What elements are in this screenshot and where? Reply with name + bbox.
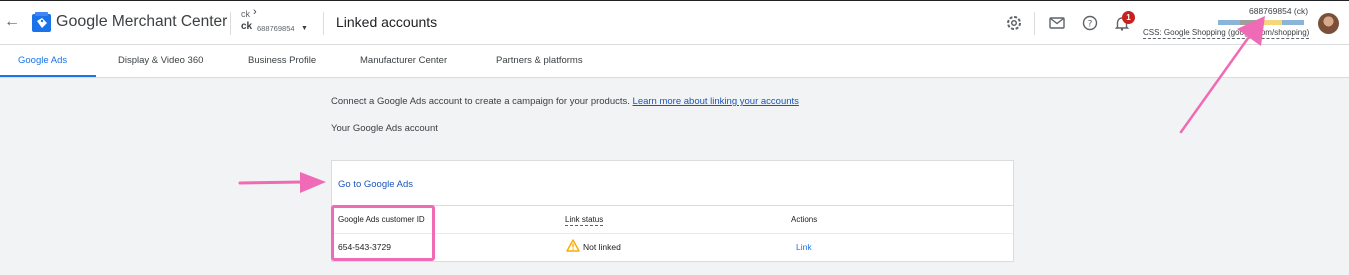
chevron-right-icon: › [253, 6, 257, 18]
tab-manufacturer-center[interactable]: Manufacturer Center [360, 45, 447, 77]
account-id[interactable]: 688769854 [257, 24, 295, 33]
section-subheading: Your Google Ads account [331, 123, 438, 134]
user-avatar[interactable] [1318, 13, 1339, 34]
go-to-google-ads-link[interactable]: Go to Google Ads [338, 179, 413, 190]
link-button[interactable]: Link [796, 242, 812, 252]
settings-gear-icon[interactable] [1005, 14, 1023, 32]
tab-business-profile[interactable]: Business Profile [248, 45, 316, 77]
divider [230, 12, 231, 35]
svg-text:?: ? [1088, 20, 1093, 30]
app-title: Google Merchant Center [56, 13, 228, 30]
page-title: Linked accounts [336, 14, 438, 30]
column-header-actions: Actions [791, 215, 818, 224]
annotation-arrow-right [238, 172, 326, 193]
link-status-value: Not linked [583, 242, 621, 252]
account-name[interactable]: ck [241, 21, 252, 32]
notification-badge: 1 [1122, 11, 1135, 24]
learn-more-link[interactable]: Learn more about linking your accounts [633, 96, 799, 107]
top-app-bar: ← Google Merchant Center ck › ck 6887698… [0, 0, 1349, 45]
tab-google-ads[interactable]: Google Ads [18, 45, 67, 77]
dropdown-arrow-icon[interactable]: ▼ [301, 25, 308, 32]
intro-text: Connect a Google Ads account to create a… [331, 96, 799, 107]
account-breadcrumb[interactable]: ck [241, 9, 250, 19]
tab-display-video-360[interactable]: Display & Video 360 [118, 45, 203, 77]
help-icon[interactable]: ? [1081, 14, 1099, 32]
tab-bar: Google Ads Display & Video 360 Business … [0, 45, 1349, 78]
merchant-center-logo-icon [32, 12, 51, 32]
column-header-link-status[interactable]: Link status [565, 215, 604, 226]
warning-icon [566, 239, 580, 252]
tab-partners-platforms[interactable]: Partners & platforms [496, 45, 583, 77]
mail-icon[interactable] [1048, 14, 1066, 32]
annotation-highlight-box [331, 205, 435, 261]
divider [1034, 12, 1035, 35]
active-tab-indicator [0, 75, 96, 77]
annotation-arrow-up-left [1179, 16, 1265, 134]
arrow-back-icon[interactable]: ← [4, 13, 20, 31]
divider [323, 12, 324, 35]
